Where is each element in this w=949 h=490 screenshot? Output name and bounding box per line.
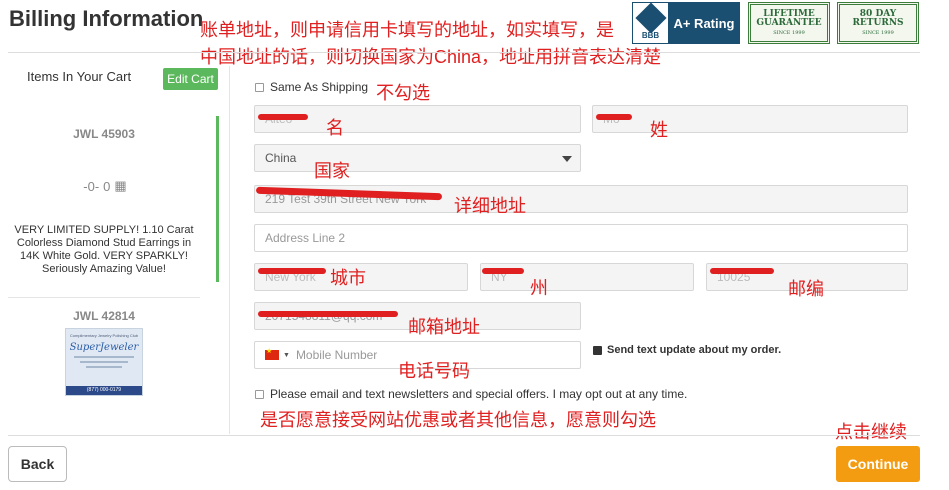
country-select[interactable]: China [254,144,581,172]
annotation-phone: 电话号码 [398,361,470,381]
same-as-shipping-checkbox[interactable] [255,83,264,92]
last-name-field[interactable]: Mo [592,105,908,133]
page-title: Billing Information [9,6,204,31]
sidebar-divider [229,66,230,434]
earring-box-icon: ▦ [114,178,127,193]
same-as-shipping-label: Same As Shipping [270,80,369,94]
caret-down-icon[interactable]: ▼ [283,352,290,359]
continue-button[interactable]: Continue [836,446,920,482]
edit-cart-button[interactable]: Edit Cart [163,68,218,90]
send-text-label: Send text update about my order. [607,344,782,356]
bbb-rating-text: A+ Rating [669,3,739,43]
newsletter-label: Please email and text newsletters and sp… [270,387,688,401]
earring-icon: -0- [83,178,100,194]
earrings-image[interactable]: -0- 0 ▦ [70,176,140,196]
annotation-state: 州 [530,278,548,298]
header-divider [8,52,920,53]
annotation-country: 国家 [314,161,350,181]
polishing-club-card-image[interactable]: Complimentary Jewelry Polishing Club Sup… [65,328,143,396]
annotation-not-checked: 不勾选 [376,83,430,103]
earring-icon: 0 [103,178,111,194]
bbb-rating-badge[interactable]: BBB A+ Rating [632,1,740,44]
cart-item-description: VERY LIMITED SUPPLY! 1.10 Carat Colorles… [14,224,194,275]
china-flag-icon[interactable] [265,347,279,360]
address-line2-field[interactable]: Address Line 2 [254,224,908,252]
annotation-last-name: 姓 [650,120,668,140]
annotation-zip: 邮编 [788,279,824,299]
redaction-mark [482,268,524,274]
annotation-newsletter: 是否愿意接受网站优惠或者其他信息，愿意则勾选 [260,410,656,430]
back-button[interactable]: Back [8,446,67,482]
annotation-first-name: 名 [326,118,344,138]
redaction-mark [710,268,774,274]
annotation-continue: 点击继续 [835,422,907,442]
caret-down-icon [562,156,572,162]
returns-badge: 80 DAY RETURNS SINCE 1999 [837,2,919,44]
cart-item-divider [8,297,200,298]
annotation-billing-note-1: 账单地址，则申请信用卡填写的地址，如实填写，是 [200,20,614,40]
footer-divider [8,435,920,436]
redaction-mark [258,114,308,120]
annotation-address: 详细地址 [454,196,526,216]
cart-title: Items In Your Cart [27,69,132,84]
cart-item-sku: JWL 42814 [73,309,135,323]
send-text-checkbox[interactable] [593,346,602,355]
superjeweler-logo: SuperJeweler [69,342,139,353]
lifetime-guarantee-badge: LIFETIME GUARANTEE SINCE 1999 [748,2,830,44]
annotation-billing-note-2: 中国地址的话，则切换国家为China，地址用拼音表达清楚 [200,47,662,67]
annotation-city: 城市 [330,268,366,288]
annotation-email: 邮箱地址 [408,317,480,337]
cart-scroll-indicator[interactable] [216,116,219,282]
newsletter-checkbox[interactable] [255,390,264,399]
cart-item-sku: JWL 45903 [73,127,135,141]
bbb-logo-icon [634,1,667,34]
redaction-mark [596,114,632,120]
redaction-mark [258,311,398,317]
redaction-mark [258,268,326,274]
